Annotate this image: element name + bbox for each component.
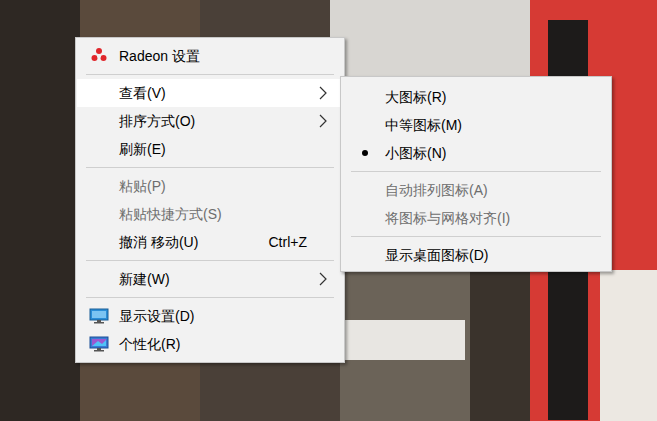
submenu-item[interactable]: 将图标与网格对齐(I) (342, 204, 610, 232)
separator-line (351, 236, 601, 237)
chevron-right-icon (317, 272, 329, 286)
menu-item[interactable]: Radeon 设置 (77, 42, 343, 70)
submenu-item-label: 中等图标(M) (385, 115, 596, 136)
menu-item[interactable]: 显示设置(D) (77, 302, 343, 330)
submenu-item[interactable]: 大图标(R) (342, 83, 610, 111)
separator-line (86, 297, 334, 298)
separator-line (86, 260, 334, 261)
menu-item[interactable]: 粘贴快捷方式(S) (77, 200, 343, 228)
menu-item-label: 粘贴快捷方式(S) (119, 204, 317, 225)
menu-item[interactable]: 排序方式(O) (77, 107, 343, 135)
context-menu: Radeon 设置查看(V) 排序方式(O) 刷新(E) 粘贴(P) 粘贴快捷方式(S)… (75, 37, 345, 363)
menu-separator (86, 293, 334, 302)
submenu-item-label: 大图标(R) (385, 87, 596, 108)
menu-item-label: Radeon 设置 (119, 46, 317, 67)
menu-item-label: 撤消 移动(U) (119, 232, 269, 253)
menu-item[interactable]: 新建(W) (77, 265, 343, 293)
chevron-right-icon (317, 86, 329, 100)
menu-separator (86, 70, 334, 79)
radio-bullet-icon (362, 150, 368, 156)
submenu-item[interactable]: 自动排列图标(A) (342, 176, 610, 204)
submenu-item-label: 自动排列图标(A) (385, 180, 596, 201)
menu-item[interactable]: 撤消 移动(U)Ctrl+Z (77, 228, 343, 256)
menu-item[interactable]: 粘贴(P) (77, 172, 343, 200)
menu-separator (86, 163, 334, 172)
menu-item[interactable]: 刷新(E) (77, 135, 343, 163)
personalize-icon (89, 335, 109, 353)
menu-item-label: 新建(W) (119, 269, 317, 290)
menu-separator (351, 167, 601, 176)
menu-separator (86, 256, 334, 265)
menu-item[interactable]: 查看(V) (77, 79, 343, 107)
separator-line (351, 171, 601, 172)
submenu-item[interactable]: 中等图标(M) (342, 111, 610, 139)
menu-item-label: 粘贴(P) (119, 176, 317, 197)
submenu-item-label: 小图标(N) (385, 143, 596, 164)
menu-item-label: 查看(V) (119, 83, 317, 104)
shortcut-label: Ctrl+Z (269, 232, 308, 253)
submenu-item[interactable]: 显示桌面图标(D) (342, 241, 610, 269)
submenu-item[interactable]: 小图标(N) (342, 139, 610, 167)
menu-item[interactable]: 个性化(R) (77, 330, 343, 358)
menu-separator (351, 232, 601, 241)
view-submenu: 大图标(R) 中等图标(M) 小图标(N) 自动排列图标(A) 将图标与网格对齐(I) 显… (340, 76, 612, 272)
menu-item-label: 显示设置(D) (119, 306, 317, 327)
submenu-item-label: 将图标与网格对齐(I) (385, 208, 596, 229)
chevron-right-icon (317, 114, 329, 128)
radeon-icon (89, 47, 109, 65)
menu-item-label: 个性化(R) (119, 334, 317, 355)
separator-line (86, 74, 334, 75)
submenu-item-label: 显示桌面图标(D) (385, 245, 596, 266)
separator-line (86, 167, 334, 168)
display-icon (89, 307, 109, 325)
menu-item-label: 刷新(E) (119, 139, 317, 160)
menu-item-label: 排序方式(O) (119, 111, 317, 132)
